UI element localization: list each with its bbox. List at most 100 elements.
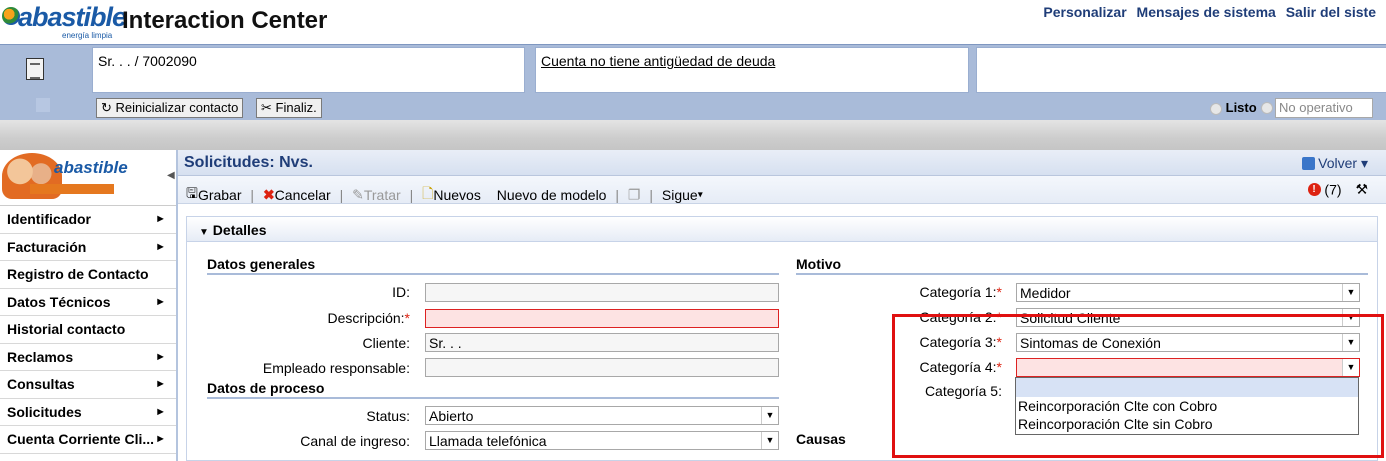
chevron-right-icon: ►: [155, 213, 166, 225]
new-document-icon: 🗋: [422, 185, 434, 201]
left-navigation: abastible ◀ Identificador ► Facturación ► …: [0, 150, 178, 461]
brand-logo-text: abastible: [18, 2, 127, 32]
reset-contact-label: Reinicializar contacto: [115, 100, 239, 115]
page-title-bar: Solicitudes: Nvs. Volver ▾: [178, 150, 1386, 176]
toolbar-divider: |: [409, 187, 414, 203]
back-label: Volver: [1318, 155, 1358, 171]
status-not-operative-option[interactable]: No operativo: [1261, 98, 1373, 118]
details-header[interactable]: ▼ Detalles: [187, 217, 1377, 242]
channel-select[interactable]: Llamada telefónica ▼: [425, 431, 779, 450]
link-personalize[interactable]: Personalizar: [1043, 4, 1126, 20]
client-label: Cliente:: [362, 335, 410, 351]
status-select[interactable]: Abierto ▼: [425, 406, 779, 425]
process-button[interactable]: Tratar: [364, 187, 401, 203]
toolbar-divider: |: [649, 187, 653, 203]
messages-indicator[interactable]: ! (7) ⚒: [1307, 180, 1368, 198]
chevron-right-icon: ►: [155, 240, 166, 253]
copy-icon[interactable]: ❐: [628, 187, 641, 203]
status-ready-option[interactable]: Listo: [1210, 100, 1257, 115]
id-label: ID:: [392, 284, 410, 300]
details-label: ▼ Detalles: [199, 222, 267, 238]
end-contact-button[interactable]: ✂ Finaliz.: [256, 98, 322, 118]
toolbar-divider: |: [339, 187, 344, 203]
clipboard-icon[interactable]: [26, 58, 44, 80]
nav-item-registro-contacto[interactable]: Registro de Contacto: [0, 261, 178, 289]
toolbar-strip: [0, 120, 1386, 150]
radio-icon: [1210, 102, 1222, 115]
chevron-right-icon: ►: [155, 433, 166, 445]
status-not-operative-select[interactable]: No operativo: [1275, 98, 1373, 118]
new-button[interactable]: Nuevos: [433, 187, 480, 203]
brand-stripe: [30, 184, 114, 194]
debt-status-box[interactable]: Cuenta no tiene antigüedad de deuda: [535, 47, 969, 93]
link-logout[interactable]: Salir del siste: [1286, 4, 1376, 20]
radio-icon: [1261, 102, 1273, 114]
contact-bar: Sr. . . / 7002090 Cuenta no tiene antigü…: [0, 44, 1386, 120]
error-icon: !: [1307, 182, 1321, 196]
save-button[interactable]: Grabar: [198, 187, 242, 203]
chevron-right-icon: ►: [155, 295, 166, 308]
nav-item-identificador[interactable]: Identificador ►: [0, 206, 178, 234]
employee-field[interactable]: [425, 358, 779, 377]
messages-count: (7): [1324, 181, 1342, 198]
chevron-down-icon: ▼: [761, 407, 778, 424]
toolbar-divider: |: [250, 187, 255, 203]
nav-item-label: Cuenta Corriente Cli...: [7, 431, 155, 447]
nav-item-datos-tecnicos[interactable]: Datos Técnicos ►: [0, 288, 178, 316]
app-title: Interaction Center: [122, 7, 328, 34]
next-button[interactable]: Sigue: [662, 187, 698, 203]
blank-icon: [36, 98, 50, 112]
chevron-down-icon: ▼: [761, 432, 778, 449]
wrench-icon[interactable]: ⚒: [1355, 181, 1368, 197]
description-label-text: Descripción:: [327, 310, 405, 326]
left-brand-banner: abastible ◀: [0, 150, 178, 206]
nav-item-label: Datos Técnicos: [7, 293, 111, 310]
info-box-empty: [976, 47, 1386, 93]
link-system-messages[interactable]: Mensajes de sistema: [1137, 4, 1276, 20]
reset-contact-button[interactable]: ↻ Reinicializar contacto: [96, 98, 244, 118]
refresh-icon: ↻: [101, 100, 112, 115]
chevron-down-icon: ▾: [1360, 155, 1368, 171]
channel-label: Canal de ingreso:: [300, 433, 410, 449]
chevron-right-icon: ►: [155, 405, 166, 418]
save-icon: 🖫: [186, 185, 198, 201]
chevron-down-icon: ▾: [697, 189, 703, 201]
description-field[interactable]: [425, 309, 779, 328]
cancel-button[interactable]: Cancelar: [275, 187, 331, 203]
nav-item-consultas[interactable]: Consultas ►: [0, 371, 178, 399]
cancel-icon: ✖: [262, 186, 275, 203]
id-field[interactable]: [425, 283, 779, 302]
details-title: Detalles: [212, 222, 267, 238]
nav-list: Identificador ► Facturación ► Registro de …: [0, 206, 178, 454]
description-label: Descripción:*: [207, 310, 410, 326]
nav-item-label: Facturación: [7, 238, 87, 255]
category1-select[interactable]: Medidor ▼: [1016, 283, 1360, 302]
channel-value: Llamada telefónica: [429, 433, 547, 449]
highlight-box: [892, 314, 1384, 458]
page-title: Solicitudes: Nvs.: [184, 154, 313, 171]
end-contact-label: Finaliz.: [275, 100, 317, 115]
toolbar-divider: |: [615, 187, 620, 203]
general-data-heading: Datos generales: [207, 256, 779, 275]
nav-item-cuenta-corriente[interactable]: Cuenta Corriente Cli... ►: [0, 426, 178, 454]
nav-item-historial-contacto[interactable]: Historial contacto: [0, 316, 178, 344]
new-from-template-button[interactable]: Nuevo de modelo: [497, 187, 607, 203]
category1-label: Categoría 1:*: [807, 284, 1002, 300]
nav-item-label: Consultas: [7, 376, 75, 392]
action-toolbar: 🖫Grabar | ✖Cancelar | ✎Tratar | 🗋Nuevos …: [178, 176, 1386, 204]
status-ready-label: Listo: [1225, 100, 1257, 115]
chevron-down-icon: ▼: [1342, 284, 1359, 301]
nav-item-facturacion[interactable]: Facturación ►: [0, 233, 178, 261]
app-header: abastible energía limpia Interaction Cen…: [0, 0, 1386, 44]
nav-item-reclamos[interactable]: Reclamos ►: [0, 343, 178, 371]
nav-item-label: Reclamos: [7, 348, 74, 365]
back-button[interactable]: Volver ▾: [1302, 155, 1368, 172]
edit-icon: ✎: [352, 186, 364, 203]
collapse-arrow-icon[interactable]: ◀: [167, 170, 175, 181]
category1-value: Medidor: [1020, 285, 1071, 301]
category1-label-text: Categoría 1:: [919, 284, 997, 300]
end-call-icon: ✂: [261, 100, 272, 115]
header-links: Personalizar Mensajes de sistema Salir d…: [1037, 4, 1376, 20]
nav-item-solicitudes[interactable]: Solicitudes ►: [0, 398, 178, 426]
client-field[interactable]: Sr. . .: [425, 333, 779, 352]
